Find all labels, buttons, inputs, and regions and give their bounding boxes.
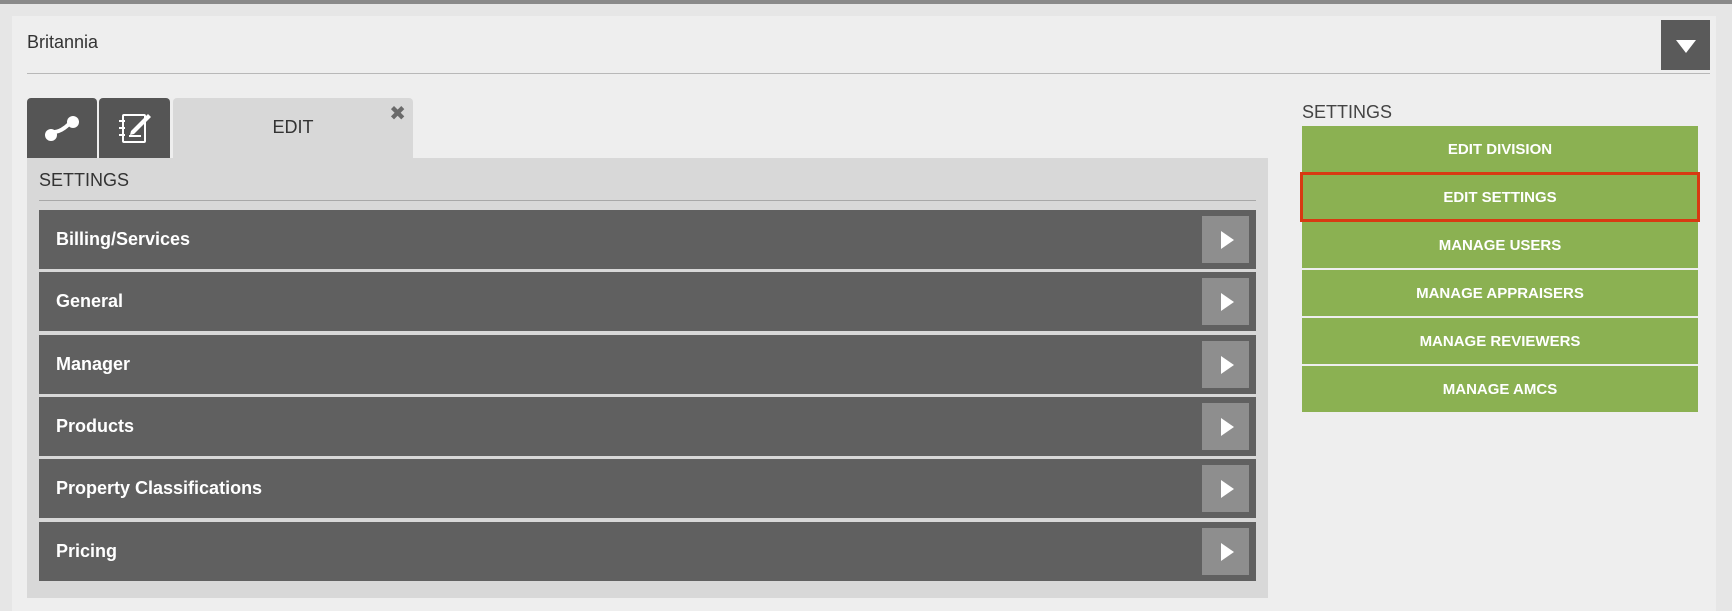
manage-amcs-button[interactable]: MANAGE AMCS bbox=[1302, 366, 1698, 412]
manage-appraisers-button[interactable]: MANAGE APPRAISERS bbox=[1302, 270, 1698, 316]
settings-item-property-classifications[interactable]: Property Classifications bbox=[39, 459, 1256, 518]
settings-item-products[interactable]: Products bbox=[39, 397, 1256, 456]
collapse-toggle-button[interactable] bbox=[1661, 20, 1710, 70]
main-panel: Britannia EDIT ✖ SETTINGS Billing/Servic… bbox=[12, 16, 1716, 611]
settings-item-label: Products bbox=[56, 416, 135, 436]
expand-arrow-icon[interactable] bbox=[1202, 278, 1249, 325]
settings-item-label: Property Classifications bbox=[56, 478, 263, 498]
edit-settings-button[interactable]: EDIT SETTINGS bbox=[1300, 172, 1700, 222]
page: Britannia EDIT ✖ SETTINGS Billing/Servic… bbox=[0, 4, 1732, 611]
expand-arrow-icon[interactable] bbox=[1202, 341, 1249, 388]
chevron-down-icon bbox=[1675, 40, 1696, 53]
expand-arrow-icon[interactable] bbox=[1202, 216, 1249, 263]
settings-item-label: Manager bbox=[56, 354, 131, 374]
settings-item-label: General bbox=[56, 291, 124, 311]
division-title: Britannia bbox=[27, 32, 99, 52]
notebook-edit-icon bbox=[118, 114, 151, 143]
tab-edit-label: EDIT bbox=[272, 117, 314, 137]
expand-arrow-icon[interactable] bbox=[1202, 403, 1249, 450]
settings-item-label: Pricing bbox=[56, 541, 118, 561]
manage-users-button[interactable]: MANAGE USERS bbox=[1302, 222, 1698, 268]
tab-links[interactable] bbox=[27, 98, 97, 158]
link-icon bbox=[45, 116, 79, 141]
edit-division-button[interactable]: EDIT DIVISION bbox=[1302, 126, 1698, 172]
settings-item-label: Billing/Services bbox=[56, 229, 191, 249]
settings-divider bbox=[39, 200, 1256, 201]
settings-content: SETTINGS Billing/Services General Manage… bbox=[27, 158, 1268, 598]
settings-item-manager[interactable]: Manager bbox=[39, 335, 1256, 394]
header-divider bbox=[27, 73, 1710, 74]
sidebar-title: SETTINGS bbox=[1302, 102, 1393, 122]
expand-arrow-icon[interactable] bbox=[1202, 528, 1249, 575]
expand-arrow-icon[interactable] bbox=[1202, 465, 1249, 512]
tab-notes[interactable] bbox=[99, 98, 170, 158]
settings-item-general[interactable]: General bbox=[39, 272, 1256, 331]
tab-edit[interactable]: EDIT ✖ bbox=[173, 98, 413, 160]
manage-reviewers-button[interactable]: MANAGE REVIEWERS bbox=[1302, 318, 1698, 364]
settings-section-title: SETTINGS bbox=[39, 170, 130, 190]
settings-item-pricing[interactable]: Pricing bbox=[39, 522, 1256, 581]
close-icon[interactable]: ✖ bbox=[389, 104, 406, 124]
settings-item-billing-services[interactable]: Billing/Services bbox=[39, 210, 1256, 269]
